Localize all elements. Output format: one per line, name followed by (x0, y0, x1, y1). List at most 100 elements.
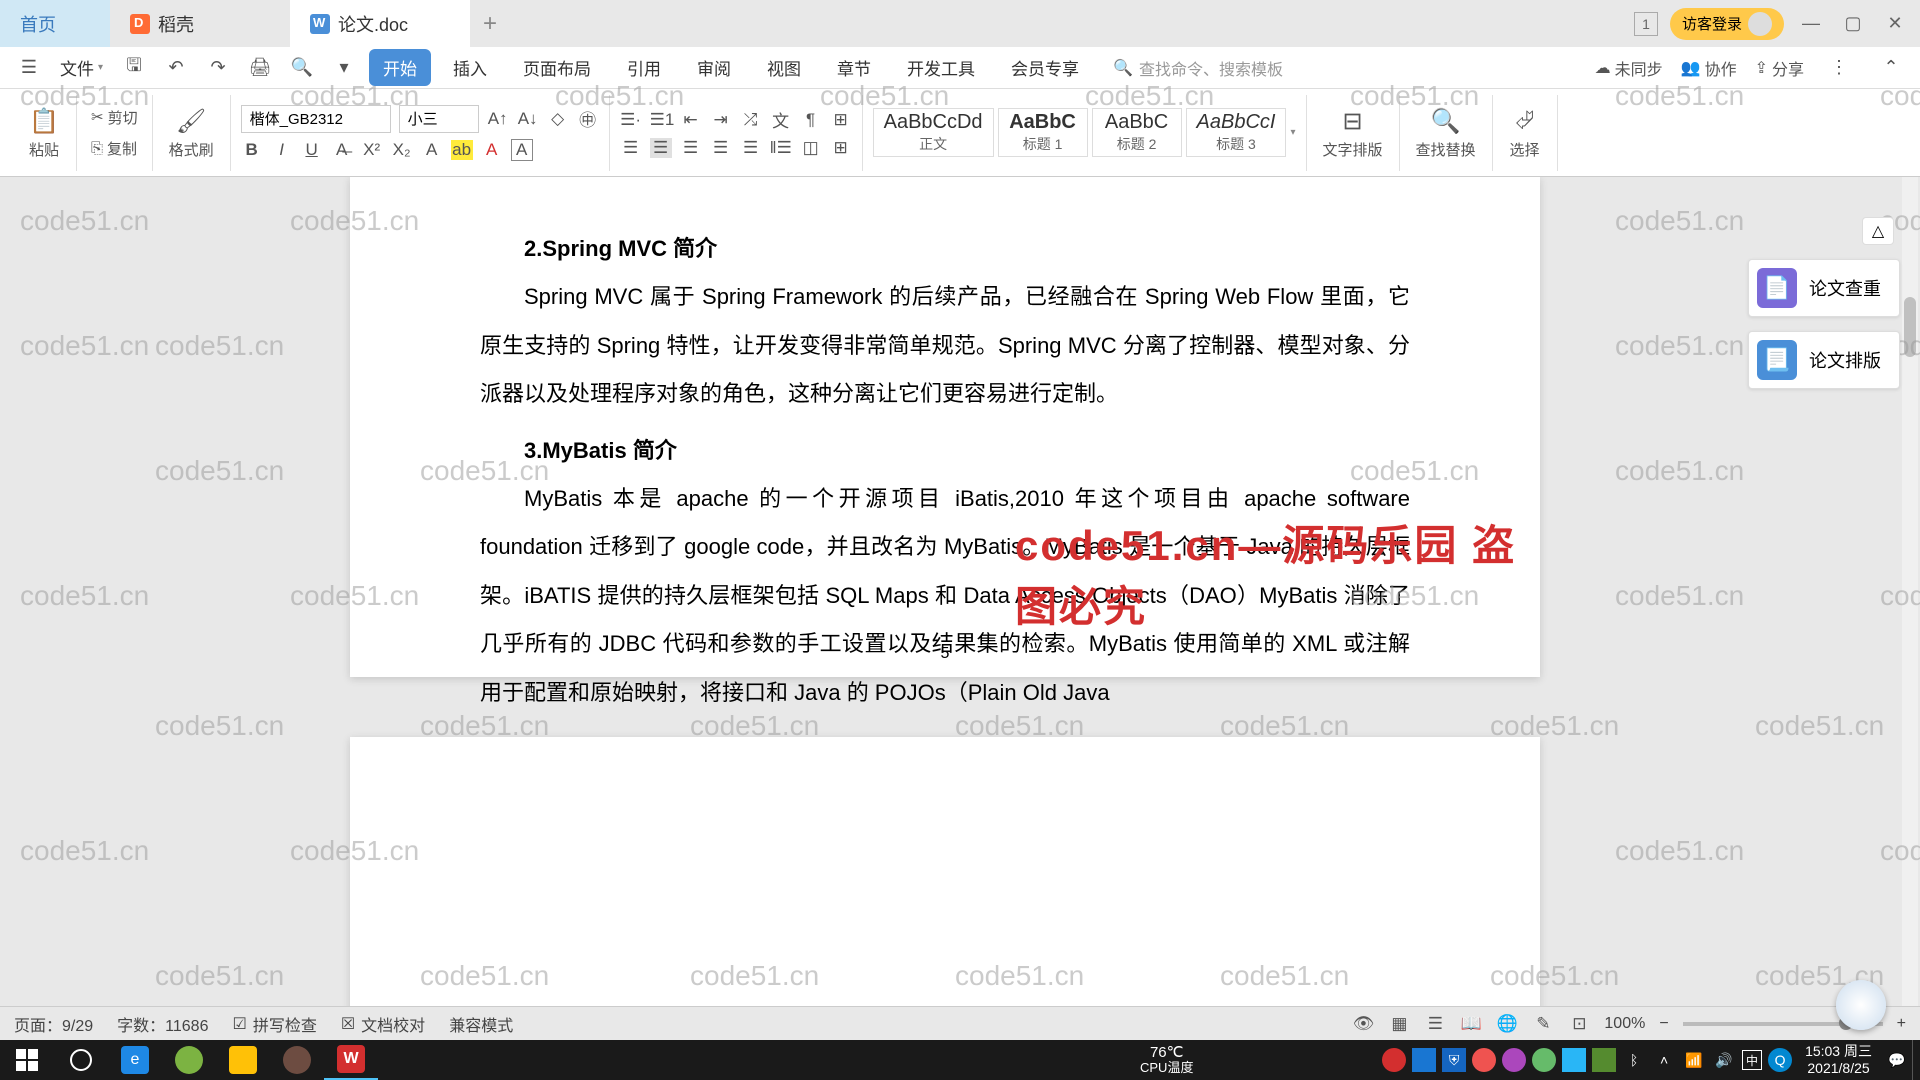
menu-tab-start[interactable]: 开始 (369, 49, 431, 86)
menu-tab-review[interactable]: 审阅 (683, 49, 745, 86)
increase-indent-icon[interactable]: ⇥ (710, 110, 732, 130)
tray-icon-5[interactable] (1502, 1048, 1526, 1072)
bold-button[interactable]: B (241, 140, 263, 160)
hamburger-icon[interactable]: ☰ (12, 51, 46, 85)
menu-tab-pagelayout[interactable]: 页面布局 (509, 49, 605, 86)
save-icon[interactable]: 🖫 (117, 51, 151, 85)
tab-daoke[interactable]: 稻壳 (110, 0, 290, 47)
numbering-icon[interactable]: ☰1 (650, 110, 672, 130)
tray-icon-3[interactable]: ⛨ (1442, 1048, 1466, 1072)
taskbar-ie[interactable]: e (108, 1040, 162, 1080)
superscript-button[interactable]: X² (361, 140, 383, 160)
login-button[interactable]: 访客登录 (1670, 8, 1784, 40)
outline-view-icon[interactable]: ☰ (1424, 1014, 1446, 1034)
italic-button[interactable]: I (271, 140, 293, 160)
status-page[interactable]: 页面：9/29 (14, 1012, 93, 1036)
zoom-in-button[interactable]: + (1897, 1015, 1906, 1033)
taskbar-browser[interactable] (162, 1040, 216, 1080)
style-heading2[interactable]: AaBbC标题 2 (1092, 108, 1182, 157)
paste-button[interactable]: 📋 粘贴 (22, 105, 66, 160)
tray-icon-7[interactable] (1562, 1048, 1586, 1072)
print-icon[interactable]: 🖨 (243, 51, 277, 85)
menu-tab-view[interactable]: 视图 (753, 49, 815, 86)
clear-format-icon[interactable]: ◇ (547, 109, 569, 129)
volume-icon[interactable]: 🔊 (1712, 1048, 1736, 1072)
maximize-button[interactable]: ▢ (1838, 9, 1868, 39)
close-button[interactable]: ✕ (1880, 9, 1910, 39)
document-page-next[interactable] (350, 737, 1540, 1037)
fit-zoom-icon[interactable]: ⊡ (1568, 1014, 1590, 1034)
ime-indicator[interactable]: 中 (1742, 1050, 1762, 1070)
style-normal[interactable]: AaBbCcDd正文 (873, 108, 994, 157)
redo-icon[interactable]: ↷ (201, 51, 235, 85)
text-direction-icon[interactable]: 文 (770, 107, 792, 132)
tray-icon-2[interactable] (1412, 1048, 1436, 1072)
share-button[interactable]: ⇪分享 (1755, 56, 1804, 80)
side-collapse-button[interactable]: △ (1862, 217, 1894, 245)
borders-icon[interactable]: ⊞ (830, 138, 852, 158)
annotate-icon[interactable]: ✎ (1532, 1014, 1554, 1034)
text-effects-button[interactable]: A (421, 140, 443, 160)
copy-button[interactable]: ⎘复制 (87, 136, 142, 161)
undo-icon[interactable]: ↶ (159, 51, 193, 85)
collapse-ribbon-icon[interactable]: ⌃ (1874, 51, 1908, 85)
style-heading3[interactable]: AaBbCcI标题 3 (1186, 108, 1287, 157)
minimize-button[interactable]: — (1796, 9, 1826, 39)
increase-font-icon[interactable]: A↑ (487, 109, 509, 129)
find-replace-button[interactable]: 🔍查找替换 (1410, 105, 1482, 160)
select-button[interactable]: ⮰选择 (1503, 105, 1547, 160)
paper-check-button[interactable]: 📄 论文查重 (1748, 259, 1900, 317)
start-button[interactable] (0, 1040, 54, 1080)
font-color-button[interactable]: A (481, 140, 503, 160)
align-center-icon[interactable]: ☰ (650, 138, 672, 158)
zoom-level[interactable]: 100% (1604, 1015, 1645, 1033)
paper-layout-button[interactable]: 📃 论文排版 (1748, 331, 1900, 389)
action-center-icon[interactable]: 💬 (1885, 1048, 1909, 1072)
assistant-bubble[interactable] (1836, 980, 1886, 1030)
tray-icon-4[interactable] (1472, 1048, 1496, 1072)
style-heading1[interactable]: AaBbC标题 1 (998, 108, 1088, 157)
tray-icon-8[interactable] (1592, 1048, 1616, 1072)
tab-add-button[interactable]: + (470, 10, 510, 38)
taskbar-app1[interactable] (270, 1040, 324, 1080)
page-view-icon[interactable]: ▦ (1388, 1014, 1410, 1034)
show-desktop-button[interactable] (1912, 1040, 1920, 1080)
vertical-scrollbar[interactable] (1902, 177, 1918, 1006)
more-icon[interactable]: ⋮ (1822, 51, 1856, 85)
highlight-button[interactable]: ab (451, 140, 473, 160)
status-wordcount[interactable]: 字数：11686 (117, 1012, 208, 1036)
taskbar-clock[interactable]: 15:03 周三 2021/8/25 (1795, 1043, 1882, 1077)
font-name-select[interactable]: 楷体_GB2312 (241, 105, 391, 133)
menu-tab-reference[interactable]: 引用 (613, 49, 675, 86)
show-marks-icon[interactable]: ⊞ (830, 110, 852, 130)
menu-tab-member[interactable]: 会员专享 (997, 49, 1093, 86)
styles-more-icon[interactable]: ▾ (1290, 127, 1295, 138)
menu-tab-devtools[interactable]: 开发工具 (893, 49, 989, 86)
coop-button[interactable]: 👥协作 (1681, 56, 1737, 80)
scrollbar-thumb[interactable] (1904, 297, 1916, 357)
phonetic-icon[interactable]: ㊥ (577, 106, 599, 131)
underline-button[interactable]: U (301, 140, 323, 160)
bullets-icon[interactable]: ☰· (620, 110, 642, 130)
cut-button[interactable]: ✂剪切 (87, 105, 142, 130)
tray-expand-icon[interactable]: ˄ (1652, 1048, 1676, 1072)
distribute-icon[interactable]: ☰ (740, 138, 762, 158)
line-spacing-icon[interactable]: ‖☰ (770, 138, 792, 158)
cpu-temp-widget[interactable]: 76℃ CPU温度 (1140, 1045, 1193, 1076)
tray-icon-1[interactable] (1382, 1048, 1406, 1072)
bluetooth-icon[interactable]: ᛒ (1622, 1048, 1646, 1072)
decrease-font-icon[interactable]: A↓ (517, 109, 539, 129)
sort-icon[interactable]: ⤮ (740, 110, 762, 130)
tray-icon-q[interactable]: Q (1768, 1048, 1792, 1072)
wifi-icon[interactable]: 📶 (1682, 1048, 1706, 1072)
shading-icon[interactable]: ◫ (800, 138, 822, 158)
pilcrow-icon[interactable]: ¶ (800, 110, 822, 130)
print-preview-icon[interactable]: 🔍 (285, 51, 319, 85)
web-view-icon[interactable]: 🌐 (1496, 1014, 1518, 1034)
menu-tab-insert[interactable]: 插入 (439, 49, 501, 86)
justify-icon[interactable]: ☰ (710, 138, 732, 158)
taskbar-explorer[interactable] (216, 1040, 270, 1080)
align-left-icon[interactable]: ☰ (620, 138, 642, 158)
tab-counter[interactable]: 1 (1634, 12, 1658, 36)
more-quick-icon[interactable]: ▾ (327, 51, 361, 85)
